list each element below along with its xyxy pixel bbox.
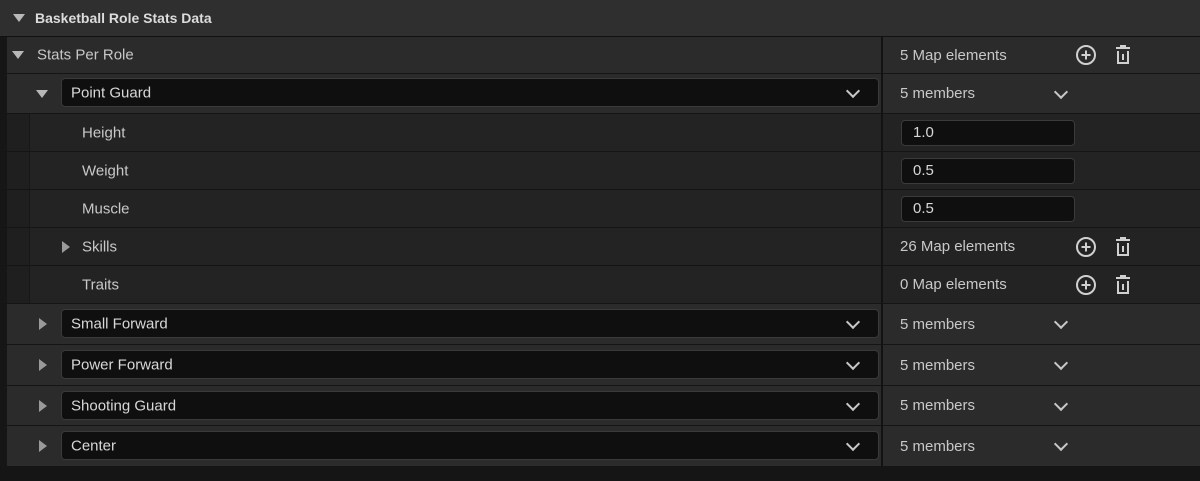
expand-arrow-icon[interactable] xyxy=(62,240,70,253)
role-key-combo[interactable]: Point Guard xyxy=(61,78,879,107)
role-row-shooting-guard: Shooting Guard 5 members xyxy=(0,386,1200,426)
map-count: 26 Map elements xyxy=(900,238,1016,255)
chevron-down-icon xyxy=(845,355,861,371)
members-count: 5 members xyxy=(900,85,976,102)
expand-arrow-icon[interactable] xyxy=(39,399,47,412)
role-row-small-forward: Small Forward 5 members xyxy=(0,304,1200,345)
field-label: Skills xyxy=(82,238,118,255)
map-count: 0 Map elements xyxy=(900,276,1007,293)
role-row-point-guard: Point Guard 5 members xyxy=(0,74,1200,114)
delete-all-icon[interactable] xyxy=(1112,274,1134,296)
role-key-combo[interactable]: Small Forward xyxy=(61,309,879,338)
chevron-down-icon[interactable] xyxy=(1053,84,1069,99)
field-label: Traits xyxy=(82,276,119,293)
add-element-icon[interactable] xyxy=(1075,44,1097,66)
chevron-down-icon[interactable] xyxy=(1053,314,1069,330)
expand-arrow-icon[interactable] xyxy=(36,89,48,98)
height-input[interactable]: 1.0 xyxy=(901,119,1075,146)
collapse-arrow-icon[interactable] xyxy=(13,14,25,22)
add-element-icon[interactable] xyxy=(1075,274,1097,296)
name-cell: Stats Per Role xyxy=(0,37,881,74)
field-row-weight: Weight 0.5 xyxy=(0,152,1200,190)
weight-input[interactable]: 0.5 xyxy=(901,157,1075,184)
chevron-down-icon xyxy=(845,83,861,99)
members-count: 5 members xyxy=(900,356,976,374)
muscle-input[interactable]: 0.5 xyxy=(901,195,1075,222)
stats-per-role-row: Stats Per Role 5 Map elements xyxy=(0,37,1200,74)
field-row-muscle: Muscle 0.5 xyxy=(0,190,1200,228)
expand-arrow-icon[interactable] xyxy=(12,51,24,59)
category-title: Basketball Role Stats Data xyxy=(35,10,212,26)
field-label: Height xyxy=(82,124,126,141)
chevron-down-icon xyxy=(845,396,861,412)
details-panel: Basketball Role Stats Data Stats Per Rol… xyxy=(0,0,1200,481)
expand-arrow-icon[interactable] xyxy=(39,440,47,452)
expand-arrow-icon[interactable] xyxy=(39,359,47,371)
add-element-icon[interactable] xyxy=(1075,236,1097,258)
value-cell: 5 Map elements xyxy=(883,37,1200,74)
chevron-down-icon xyxy=(845,436,861,452)
members-count: 5 members xyxy=(900,397,976,414)
field-label: Muscle xyxy=(82,200,130,217)
chevron-down-icon[interactable] xyxy=(1053,396,1069,411)
field-row-traits: Traits 0 Map elements xyxy=(0,266,1200,304)
chevron-down-icon[interactable] xyxy=(1053,436,1069,452)
delete-all-icon[interactable] xyxy=(1112,44,1134,66)
field-row-skills: Skills 26 Map elements xyxy=(0,228,1200,266)
members-count: 5 members xyxy=(900,437,976,455)
chevron-down-icon xyxy=(845,314,861,330)
delete-all-icon[interactable] xyxy=(1112,236,1134,258)
role-row-center: Center 5 members xyxy=(0,426,1200,467)
role-key-combo[interactable]: Center xyxy=(61,431,879,460)
chevron-down-icon[interactable] xyxy=(1053,355,1069,371)
expand-arrow-icon[interactable] xyxy=(39,318,47,330)
map-count: 5 Map elements xyxy=(900,46,1007,64)
role-key-combo[interactable]: Power Forward xyxy=(61,350,879,379)
role-row-power-forward: Power Forward 5 members xyxy=(0,345,1200,386)
role-key-combo[interactable]: Shooting Guard xyxy=(61,391,879,420)
stats-per-role-label: Stats Per Role xyxy=(37,46,134,64)
field-label: Weight xyxy=(82,162,129,179)
category-header[interactable]: Basketball Role Stats Data xyxy=(0,0,1200,37)
field-row-height: Height 1.0 xyxy=(0,114,1200,152)
members-count: 5 members xyxy=(900,315,976,333)
